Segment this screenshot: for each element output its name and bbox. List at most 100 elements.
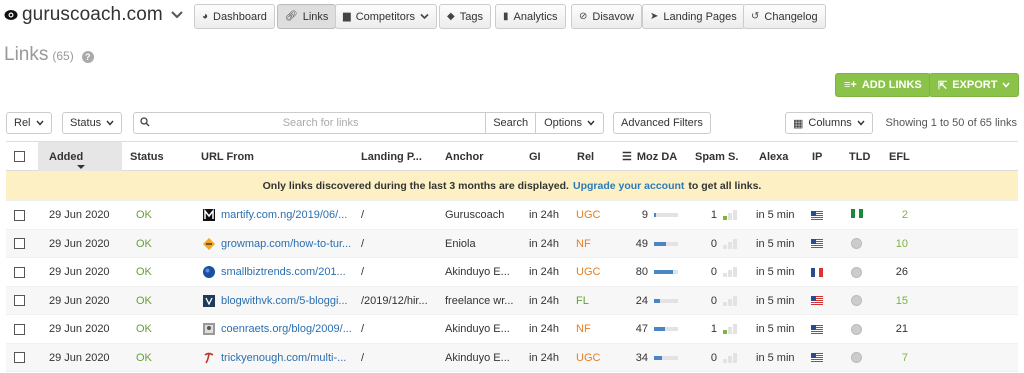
nav-label: Competitors xyxy=(355,10,415,23)
status-value: OK xyxy=(136,323,152,335)
select-all-checkbox[interactable] xyxy=(14,142,25,171)
rel-filter-label: Rel xyxy=(14,117,31,129)
url-from-link[interactable]: trickyenough.com/multi-... xyxy=(221,352,346,364)
status-value: OK xyxy=(136,209,152,221)
anchor-text: Guruscoach xyxy=(445,209,505,221)
col-added[interactable]: Added xyxy=(38,142,122,171)
us-flag-icon xyxy=(811,344,823,372)
nav-links[interactable]: 🔗︎ Links xyxy=(277,4,337,29)
nav-disavow[interactable]: ⊘ Disavow xyxy=(571,4,642,29)
col-alexa[interactable]: Alexa xyxy=(759,142,788,171)
col-anchor[interactable]: Anchor xyxy=(445,142,484,171)
export-icon: ⇱ xyxy=(938,79,948,92)
spam-score-cell: 0 xyxy=(695,230,737,258)
us-flag-icon xyxy=(811,287,823,315)
row-checkbox[interactable] xyxy=(14,230,25,258)
moz-da-value: 47 xyxy=(635,323,648,335)
landing-page[interactable]: / xyxy=(361,258,364,286)
upgrade-link[interactable]: Upgrade your account xyxy=(573,180,684,192)
landing-page[interactable]: / xyxy=(361,230,364,258)
nav-landing-pages[interactable]: ➤ Landing Pages xyxy=(642,4,745,29)
globe-icon xyxy=(851,266,862,278)
add-links-button[interactable]: ≡+ ADD LINKS xyxy=(835,73,931,97)
page-title: Links (65) ? xyxy=(4,44,94,66)
globe-icon xyxy=(851,295,862,306)
search-button[interactable]: Search xyxy=(485,113,535,133)
rel-value: UGC xyxy=(576,209,601,221)
alexa-value: in 5 min xyxy=(756,266,795,278)
col-landing-page[interactable]: Landing P... xyxy=(361,142,422,171)
alexa-value: in 5 min xyxy=(756,294,795,307)
options-label: Options xyxy=(544,117,582,129)
landing-page[interactable]: /2019/12/hir... xyxy=(361,287,428,315)
status-filter-dropdown[interactable]: Status xyxy=(62,112,123,134)
nav-analytics[interactable]: ▮ Analytics xyxy=(495,4,566,29)
url-from-link[interactable]: smallbiztrends.com/201... xyxy=(221,266,346,278)
advanced-filters-button[interactable]: Advanced Filters xyxy=(613,112,711,134)
search-input[interactable] xyxy=(156,113,486,133)
export-label: EXPORT xyxy=(952,79,998,91)
nav-label: Changelog xyxy=(764,10,818,23)
col-ip[interactable]: IP xyxy=(812,142,822,171)
columns-dropdown[interactable]: ▦ Columns xyxy=(785,112,873,134)
table-row[interactable]: 29 Jun 2020 OK blogwithvk.com/5-bloggi..… xyxy=(6,286,1018,315)
table-row[interactable]: 29 Jun 2020 OK growmap.com/how-to-tur...… xyxy=(6,229,1018,258)
col-spam-score[interactable]: Spam S. xyxy=(695,142,738,171)
row-checkbox[interactable] xyxy=(14,201,25,229)
row-checkbox[interactable] xyxy=(14,315,25,343)
url-from-link[interactable]: martify.com.ng/2019/06/... xyxy=(221,209,347,221)
sort-desc-icon xyxy=(77,165,85,169)
spam-score-bars xyxy=(723,295,737,306)
status-value: OK xyxy=(136,294,152,307)
nav-competitors[interactable]: ▆ Competitors xyxy=(335,4,437,29)
favicon-icon xyxy=(203,294,215,307)
nav-tags[interactable]: ◆ Tags xyxy=(439,4,491,29)
export-button[interactable]: ⇱ EXPORT xyxy=(929,73,1020,97)
table-row[interactable]: 29 Jun 2020 OK coenraets.org/blog/2009/.… xyxy=(6,315,1018,344)
url-from-link[interactable]: growmap.com/how-to-tur... xyxy=(221,238,351,250)
alexa-value: in 5 min xyxy=(756,323,795,335)
row-checkbox[interactable] xyxy=(14,287,25,315)
row-checkbox[interactable] xyxy=(14,344,25,372)
table-row[interactable]: 29 Jun 2020 OK trickyenough.com/multi-..… xyxy=(6,343,1018,372)
anchor-text: freelance wr... xyxy=(445,294,514,307)
col-tld[interactable]: TLD xyxy=(849,142,870,171)
added-date: 29 Jun 2020 xyxy=(49,351,110,364)
col-moz-da[interactable]: ☰ Moz DA xyxy=(622,142,677,171)
help-icon[interactable]: ? xyxy=(81,51,94,63)
col-gi[interactable]: GI xyxy=(529,142,541,171)
nav-dashboard[interactable]: ◕ Dashboard xyxy=(194,4,275,29)
tld-cell xyxy=(851,230,862,258)
nav-changelog[interactable]: ↺ Changelog xyxy=(743,4,826,29)
col-moz-label: Moz DA xyxy=(636,150,678,163)
spam-score-cell: 0 xyxy=(695,287,737,315)
moz-da-bar-fill xyxy=(654,241,666,246)
landing-page[interactable]: / xyxy=(361,201,364,229)
table-row[interactable]: 29 Jun 2020 OK smallbiztrends.com/201...… xyxy=(6,258,1018,287)
table-row[interactable]: 29 Jun 2020 OK martify.com.ng/2019/06/..… xyxy=(6,201,1018,230)
favicon-icon xyxy=(203,237,215,250)
row-checkbox[interactable] xyxy=(14,258,25,286)
url-from-link[interactable]: blogwithvk.com/5-bloggi... xyxy=(221,295,348,307)
landing-page[interactable]: / xyxy=(361,344,364,372)
landing-page[interactable]: / xyxy=(361,315,364,343)
col-url-from[interactable]: URL From xyxy=(201,142,254,171)
competitors-icon: ▆ xyxy=(343,11,351,22)
spam-score-value: 0 xyxy=(710,266,717,278)
moz-da-cell: 47 xyxy=(622,315,678,343)
options-dropdown[interactable]: Options xyxy=(535,113,603,133)
tld-cell xyxy=(851,201,863,229)
table-body: 29 Jun 2020 OK martify.com.ng/2019/06/..… xyxy=(6,201,1018,372)
nav-label: Disavow xyxy=(592,10,634,23)
col-rel[interactable]: Rel xyxy=(577,142,594,171)
nav-label: Tags xyxy=(459,10,483,23)
added-date: 29 Jun 2020 xyxy=(49,294,110,307)
rel-filter-dropdown[interactable]: Rel xyxy=(6,112,52,134)
site-selector[interactable]: guruscoach.com xyxy=(4,4,183,26)
col-status[interactable]: Status xyxy=(130,142,164,171)
col-efl[interactable]: EFL xyxy=(889,142,910,171)
url-from-link[interactable]: coenraets.org/blog/2009/... xyxy=(221,323,352,335)
url-from-cell: blogwithvk.com/5-bloggi... xyxy=(203,287,348,315)
spam-score-value: 0 xyxy=(710,294,717,307)
chevron-down-icon xyxy=(35,120,44,126)
